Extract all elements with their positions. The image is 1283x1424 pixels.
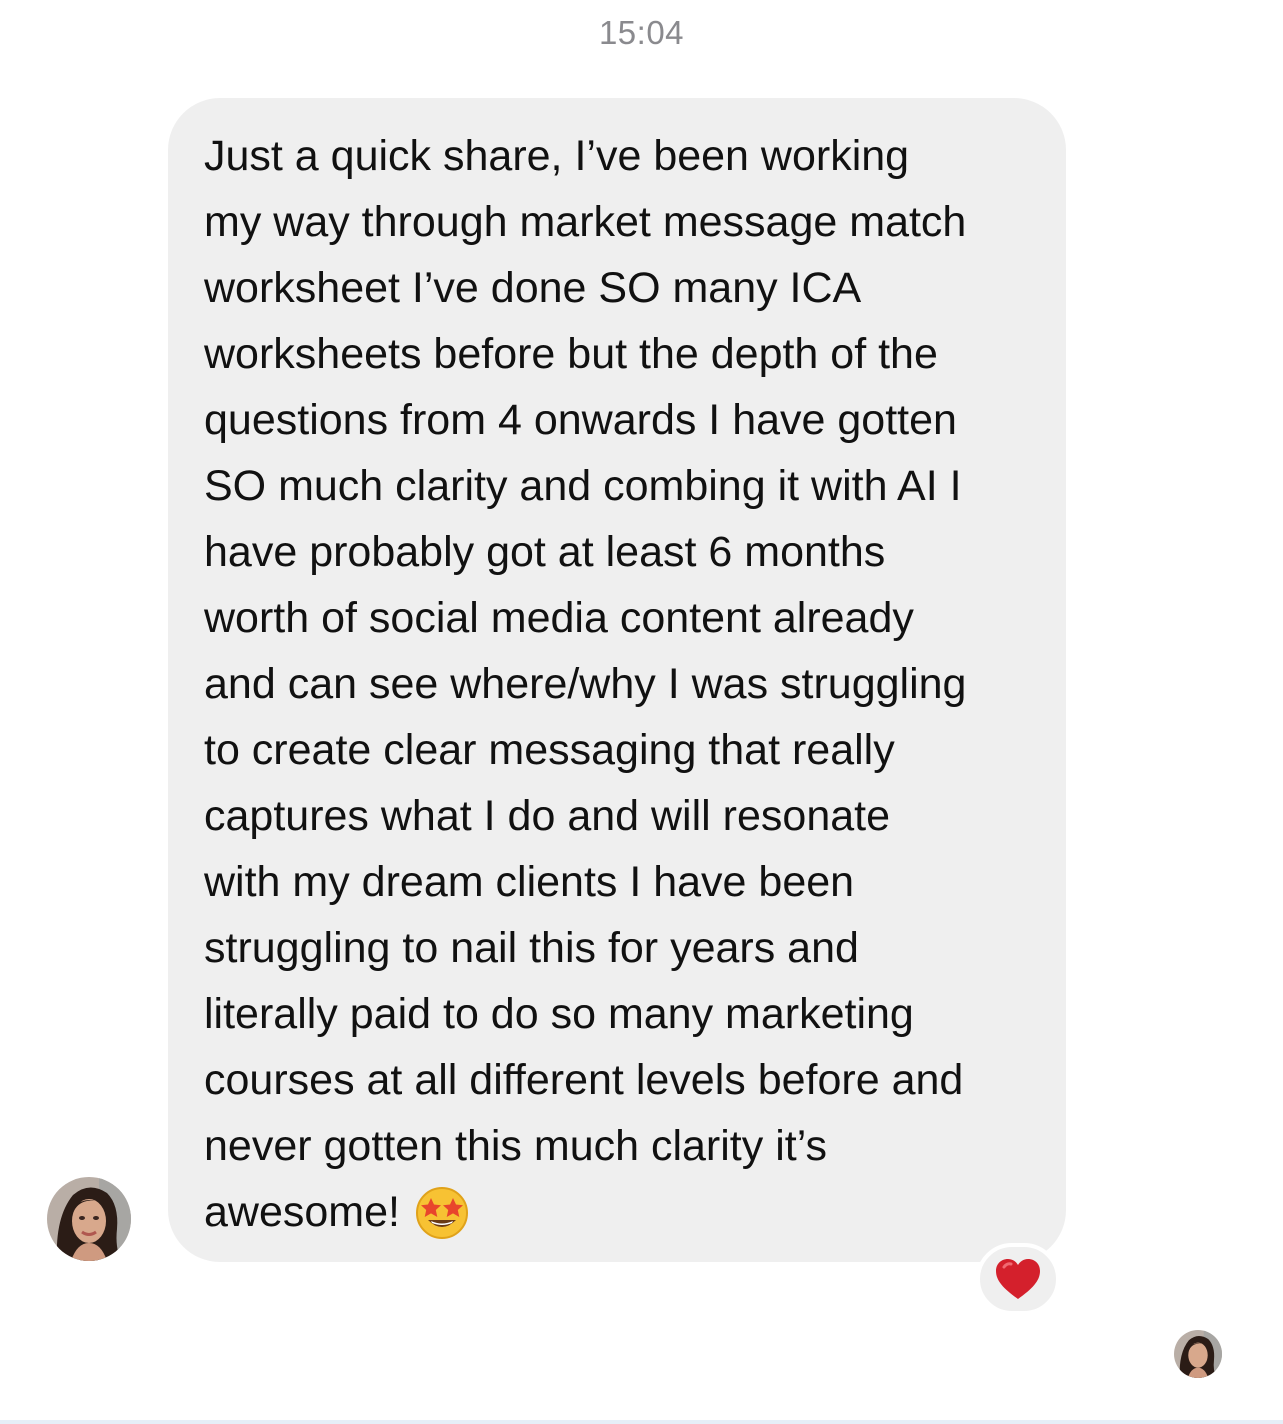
message-line-last: awesome! (204, 1179, 1064, 1245)
avatar-photo-icon (47, 1177, 131, 1261)
message-line: Just a quick share, I’ve been working (204, 132, 910, 180)
message-line: courses at all different levels before a… (204, 1056, 964, 1104)
message-line: to create clear messaging that really (204, 726, 895, 774)
avatar-photo-icon (1174, 1330, 1222, 1378)
red-heart-icon (996, 1259, 1040, 1299)
message-line: questions from 4 onwards I have gotten (204, 396, 957, 444)
message-line-text: awesome! (204, 1188, 400, 1236)
message-line: struggling to nail this for years and (204, 924, 859, 972)
message-line: never gotten this much clarity it’s (204, 1122, 827, 1170)
message-text: Just a quick share, I’ve been working my… (204, 123, 1064, 1245)
sender-avatar[interactable] (47, 1177, 131, 1261)
message-line: my way through market message match (204, 198, 967, 246)
message-line: worth of social media content already (204, 594, 914, 642)
message-line: worksheets before but the depth of the (204, 330, 938, 378)
message-line: captures what I do and will resonate (204, 792, 891, 840)
reaction-badge[interactable] (976, 1243, 1060, 1315)
message-line: worksheet I’ve done SO many ICA (204, 264, 862, 312)
message-line: and can see where/why I was struggling (204, 660, 967, 708)
bottom-divider (0, 1420, 1283, 1424)
message-line: literally paid to do so many marketing (204, 990, 914, 1038)
message-line: with my dream clients I have been (204, 858, 855, 906)
chat-screen: 15:04 Just a quick share, I’ve been work… (0, 0, 1283, 1424)
message-line: have probably got at least 6 months (204, 528, 886, 576)
read-receipt-avatar (1174, 1330, 1222, 1378)
message-timestamp: 15:04 (598, 14, 685, 51)
message-line: SO much clarity and combing it with AI I (204, 462, 962, 510)
star-struck-emoji-icon (415, 1186, 468, 1239)
